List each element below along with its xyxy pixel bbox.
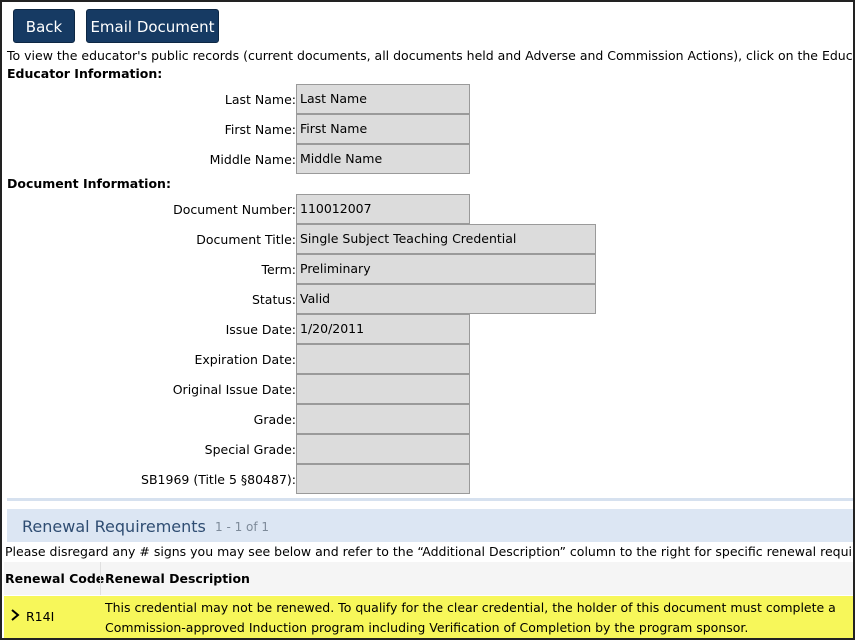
first-name-field: First Name bbox=[296, 114, 470, 144]
educator-info-heading: Educator Information: bbox=[7, 66, 163, 81]
renewal-code-cell: R14I bbox=[26, 609, 55, 624]
renewal-description-column-header[interactable]: Renewal Description bbox=[105, 571, 250, 586]
email-document-button[interactable]: Email Document bbox=[86, 9, 219, 43]
intro-text: To view the educator's public records (c… bbox=[7, 48, 855, 63]
grade-field bbox=[296, 404, 470, 434]
document-info-heading: Document Information: bbox=[7, 176, 171, 191]
document-number-label: Document Number: bbox=[173, 202, 296, 217]
original-issue-date-label: Original Issue Date: bbox=[172, 382, 296, 397]
document-title-label: Document Title: bbox=[196, 232, 296, 247]
special-grade-field bbox=[296, 434, 470, 464]
chevron-right-icon[interactable] bbox=[9, 607, 21, 623]
issue-date-field: 1/20/2011 bbox=[296, 314, 470, 344]
status-label: Status: bbox=[251, 292, 296, 307]
renewal-requirements-title: Renewal Requirements bbox=[22, 517, 206, 536]
term-field: Preliminary bbox=[296, 254, 596, 284]
table-row[interactable]: R14I This credential may not be renewed.… bbox=[4, 596, 853, 638]
expiration-date-label: Expiration Date: bbox=[194, 352, 296, 367]
last-name-field: Last Name bbox=[296, 84, 470, 114]
status-field: Valid bbox=[296, 284, 596, 314]
document-title-field: Single Subject Teaching Credential bbox=[296, 224, 596, 254]
renewal-record-count: 1 - 1 of 1 bbox=[215, 520, 270, 534]
middle-name-field: Middle Name bbox=[296, 144, 470, 174]
grade-label: Grade: bbox=[253, 412, 296, 427]
renewal-table-header: Renewal Code Renewal Description bbox=[4, 562, 853, 595]
issue-date-label: Issue Date: bbox=[225, 322, 296, 337]
section-divider bbox=[7, 498, 853, 501]
middle-name-label: Middle Name: bbox=[209, 152, 296, 167]
page-frame: Back Email Document To view the educator… bbox=[0, 0, 855, 640]
document-number-field: 110012007 bbox=[296, 194, 470, 224]
special-grade-label: Special Grade: bbox=[204, 442, 296, 457]
term-label: Term: bbox=[261, 262, 296, 277]
expiration-date-field bbox=[296, 344, 470, 374]
renewal-code-column-header[interactable]: Renewal Code bbox=[5, 571, 104, 586]
last-name-label: Last Name: bbox=[224, 92, 296, 107]
sb1969-field bbox=[296, 464, 470, 494]
column-separator bbox=[100, 562, 101, 595]
renewal-requirements-header: Renewal Requirements 1 - 1 of 1 bbox=[7, 509, 853, 542]
renewal-note: Please disregard any # signs you may see… bbox=[5, 544, 855, 559]
first-name-label: First Name: bbox=[224, 122, 296, 137]
renewal-description-cell: This credential may not be renewed. To q… bbox=[105, 600, 836, 635]
original-issue-date-field bbox=[296, 374, 470, 404]
sb1969-label: SB1969 (Title 5 §80487): bbox=[141, 472, 296, 487]
back-button[interactable]: Back bbox=[13, 9, 75, 43]
